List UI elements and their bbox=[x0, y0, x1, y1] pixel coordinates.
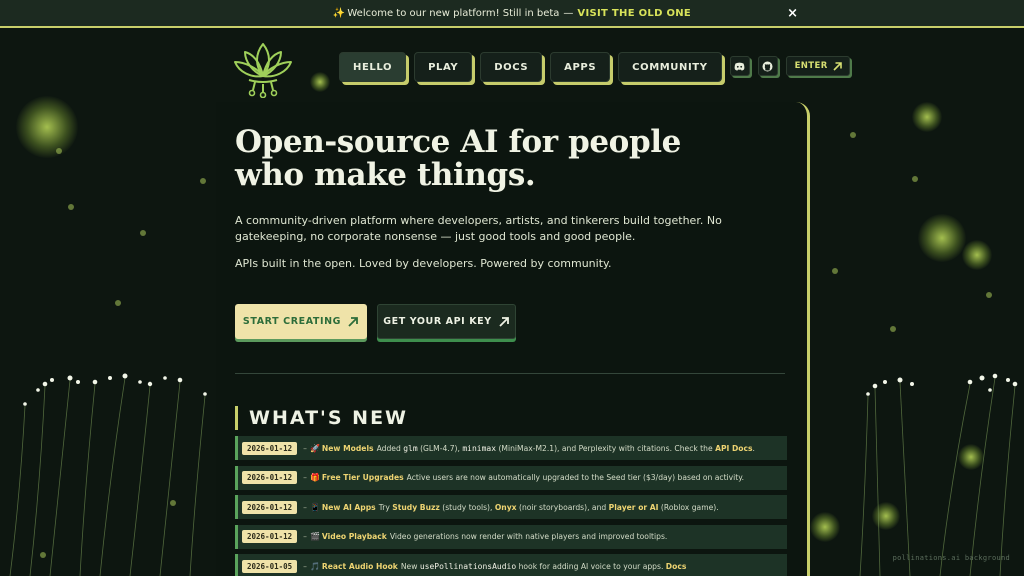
nav-hello[interactable]: HELLO bbox=[339, 52, 407, 82]
news-date: 2026-01-12 bbox=[242, 441, 298, 455]
glow-orb bbox=[16, 96, 78, 158]
glow-orb bbox=[962, 240, 992, 270]
glow-orb bbox=[810, 512, 840, 542]
news-text: (noir storyboards), and bbox=[518, 502, 607, 512]
close-banner-icon[interactable]: × bbox=[787, 6, 798, 21]
background-credit: pollinations.ai background bbox=[892, 554, 1010, 562]
study-buzz-link[interactable]: Study Buzz bbox=[392, 503, 440, 512]
rocket-icon: 🚀 bbox=[309, 443, 320, 453]
news-list: 2026-01-12 – 🚀 New Models Added glm (GLM… bbox=[235, 436, 787, 576]
news-dash: – bbox=[303, 561, 307, 571]
api-docs-link[interactable]: API Docs bbox=[715, 444, 752, 453]
news-tag: Free Tier Upgrades bbox=[321, 473, 404, 483]
news-date: 2026-01-12 bbox=[242, 530, 298, 544]
hero-title: Open-source AI for people who make thing… bbox=[235, 124, 681, 193]
news-tag: React Audio Hook bbox=[321, 561, 398, 571]
banner-message: Welcome to our new platform! Still in be… bbox=[347, 7, 560, 19]
start-creating-button[interactable]: START CREATING bbox=[235, 304, 367, 339]
hero-tagline: APIs built in the open. Loved by develop… bbox=[235, 257, 612, 270]
news-item: 2026-01-12 – 📱 New AI Apps Try Study Buz… bbox=[235, 495, 787, 520]
news-code: usePollinationsAudio bbox=[419, 561, 517, 571]
firefly-dot bbox=[200, 178, 206, 184]
hero-description: A community-driven platform where develo… bbox=[235, 214, 722, 243]
enter-button[interactable]: ENTER bbox=[785, 56, 850, 76]
music-note-icon: 🎵 bbox=[309, 561, 320, 571]
section-divider bbox=[235, 373, 785, 374]
docs-link[interactable]: Docs bbox=[666, 562, 687, 571]
news-text: Video generations now render with native… bbox=[389, 532, 668, 542]
news-date: 2026-01-05 bbox=[242, 559, 298, 573]
news-date: 2026-01-12 bbox=[242, 471, 298, 485]
firefly-dot bbox=[56, 148, 62, 154]
get-api-key-label: GET YOUR API KEY bbox=[383, 316, 492, 327]
left-plant-stalks bbox=[9, 373, 207, 576]
firefly-dot bbox=[986, 292, 992, 298]
firefly-dot bbox=[912, 176, 918, 182]
news-text: . bbox=[752, 443, 755, 453]
lotus-logo-icon[interactable] bbox=[233, 40, 293, 98]
news-text: Added bbox=[376, 443, 401, 453]
news-item: 2026-01-12 – 🎁 Free Tier Upgrades Active… bbox=[235, 465, 787, 490]
github-icon bbox=[762, 61, 773, 71]
enter-label: ENTER bbox=[794, 61, 828, 71]
news-text: Active users are now automatically upgra… bbox=[406, 473, 745, 483]
main-nav: HELLO PLAY DOCS APPS COMMUNITY ENTER bbox=[339, 52, 850, 82]
github-button[interactable] bbox=[757, 56, 778, 76]
discord-button[interactable] bbox=[729, 56, 750, 76]
discord-icon bbox=[734, 62, 745, 71]
news-text: hook for adding AI voice to your apps. bbox=[518, 561, 664, 571]
news-date: 2026-01-12 bbox=[242, 500, 298, 514]
get-api-key-button[interactable]: GET YOUR API KEY bbox=[377, 304, 516, 339]
firefly-dot bbox=[115, 300, 121, 306]
firefly-dot bbox=[832, 268, 838, 274]
news-dash: – bbox=[303, 443, 307, 453]
right-plant-stalks bbox=[859, 373, 1018, 576]
glow-orb bbox=[310, 72, 330, 92]
news-tag: New Models bbox=[321, 443, 374, 453]
news-text: (study tools), bbox=[442, 502, 493, 512]
news-text: (MiniMax-M2.1), and Perplexity with cita… bbox=[498, 443, 713, 453]
sparkles-icon: ✨ bbox=[332, 7, 346, 19]
beta-banner: ✨ Welcome to our new platform! Still in … bbox=[0, 0, 1024, 28]
news-item: 2026-01-05 – 🎵 React Audio Hook New useP… bbox=[235, 554, 787, 576]
firefly-dot bbox=[68, 204, 74, 210]
news-tag: Video Playback bbox=[321, 532, 387, 542]
news-item: 2026-01-12 – 🚀 New Models Added glm (GLM… bbox=[235, 436, 787, 460]
arrow-up-right-icon bbox=[499, 316, 509, 327]
news-dash: – bbox=[303, 502, 307, 512]
glow-orb bbox=[912, 102, 942, 132]
news-dash: – bbox=[303, 473, 307, 483]
news-tag: New AI Apps bbox=[321, 502, 376, 512]
player-or-ai-link[interactable]: Player or AI bbox=[609, 503, 659, 512]
news-text: (GLM-4.7), bbox=[420, 443, 460, 453]
news-code: glm bbox=[403, 443, 418, 453]
glow-orb bbox=[918, 214, 966, 262]
banner-separator: — bbox=[563, 7, 574, 19]
news-dash: – bbox=[303, 532, 307, 542]
nav-community[interactable]: COMMUNITY bbox=[618, 52, 722, 82]
news-text: Try bbox=[378, 502, 390, 512]
news-item: 2026-01-12 – 🎬 Video Playback Video gene… bbox=[235, 524, 787, 549]
news-code: minimax bbox=[462, 443, 497, 453]
arrow-up-right-icon bbox=[348, 316, 358, 327]
film-icon: 🎬 bbox=[309, 532, 320, 542]
nav-play[interactable]: PLAY bbox=[414, 52, 473, 82]
nav-docs[interactable]: DOCS bbox=[480, 52, 543, 82]
nav-apps[interactable]: APPS bbox=[550, 52, 611, 82]
whats-new-heading: WHAT'S NEW bbox=[235, 406, 408, 430]
firefly-dot bbox=[890, 326, 896, 332]
gift-icon: 🎁 bbox=[309, 473, 320, 483]
firefly-dot bbox=[140, 230, 146, 236]
start-creating-label: START CREATING bbox=[242, 316, 342, 327]
news-text: (Roblox game). bbox=[660, 502, 719, 512]
news-text: New bbox=[400, 561, 418, 571]
firefly-dot bbox=[850, 132, 856, 138]
onyx-link[interactable]: Onyx bbox=[495, 503, 517, 512]
visit-old-site-link[interactable]: VISIT THE OLD ONE bbox=[577, 8, 691, 19]
arrow-up-right-icon bbox=[833, 61, 842, 71]
mobile-icon: 📱 bbox=[309, 502, 320, 512]
